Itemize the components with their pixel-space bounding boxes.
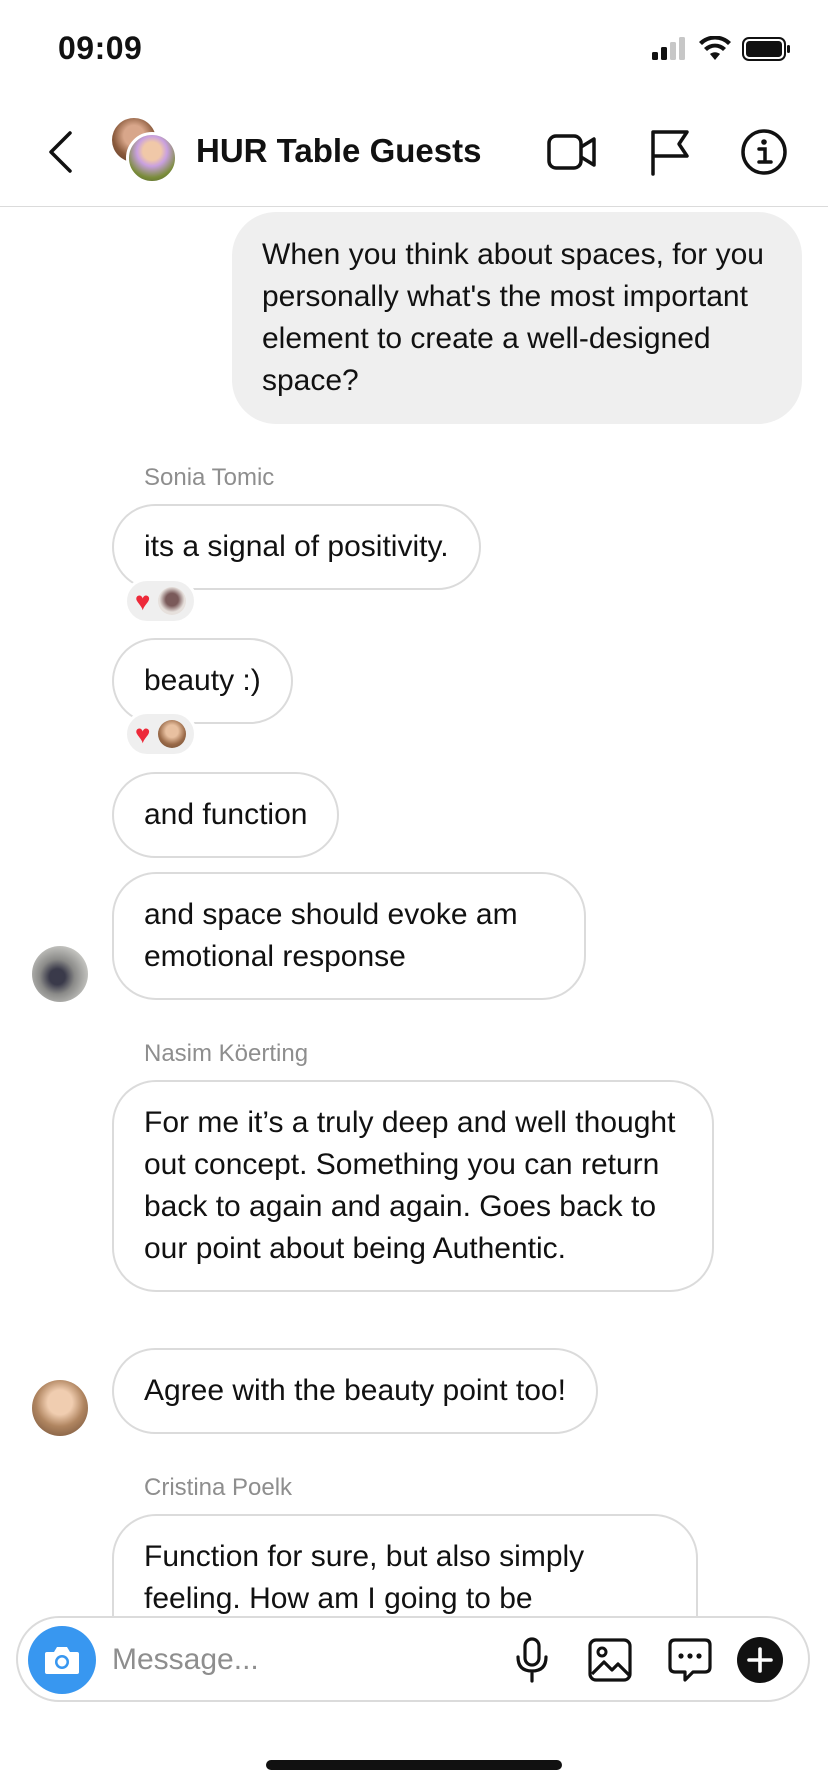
member-avatar xyxy=(126,132,178,184)
sender-name: Nasim Köerting xyxy=(144,1040,309,1067)
plus-icon xyxy=(737,1637,783,1683)
sender-avatar[interactable] xyxy=(32,1380,88,1436)
cellular-signal-icon xyxy=(652,37,685,60)
status-icons xyxy=(652,36,792,62)
gallery-button[interactable] xyxy=(582,1632,638,1688)
incoming-message[interactable]: and space should evoke am emotional resp… xyxy=(112,872,586,1000)
voice-message-button[interactable] xyxy=(504,1632,560,1688)
reactor-avatar xyxy=(158,587,187,615)
incoming-message[interactable]: and function xyxy=(112,772,340,858)
conversation-header: HUR Table Guests xyxy=(0,100,828,207)
reactor-avatar xyxy=(158,720,187,748)
sender-avatar[interactable] xyxy=(32,946,88,1002)
heart-reaction-icon: ♥ xyxy=(135,586,151,616)
message-reaction[interactable]: ♥ xyxy=(124,578,198,624)
status-time: 09:09 xyxy=(58,30,143,66)
sticker-button[interactable] xyxy=(662,1632,718,1688)
flag-icon xyxy=(651,130,689,176)
message-composer xyxy=(16,1616,810,1702)
back-button[interactable] xyxy=(36,124,84,180)
incoming-message[interactable]: Agree with the beauty point too! xyxy=(112,1348,598,1434)
battery-icon xyxy=(742,37,790,61)
outgoing-message[interactable]: When you think about spaces, for you per… xyxy=(232,212,802,424)
heart-reaction-icon: ♥ xyxy=(135,719,151,749)
status-bar: 09:09 xyxy=(0,0,828,100)
home-indicator[interactable] xyxy=(266,1760,562,1770)
video-call-button[interactable] xyxy=(544,124,600,180)
gallery-icon xyxy=(588,1638,632,1682)
camera-icon xyxy=(45,1647,79,1674)
sender-name: Cristina Poelk xyxy=(144,1474,293,1501)
report-button[interactable] xyxy=(642,124,698,180)
more-actions-button[interactable] xyxy=(732,1632,788,1688)
conversation-title[interactable]: HUR Table Guests xyxy=(196,132,481,170)
message-reaction[interactable]: ♥ xyxy=(124,711,198,757)
sticker-chat-icon xyxy=(668,1638,712,1682)
info-icon xyxy=(741,129,787,175)
sender-name: Sonia Tomic xyxy=(144,464,275,491)
incoming-message[interactable]: Function for sure, but also simply feeli… xyxy=(112,1514,698,1616)
group-avatar[interactable] xyxy=(112,118,178,184)
incoming-message[interactable]: For me it’s a truly deep and well though… xyxy=(112,1080,714,1292)
back-arrow-icon xyxy=(49,131,72,173)
camera-button[interactable] xyxy=(28,1626,96,1694)
microphone-icon xyxy=(516,1637,548,1683)
message-input[interactable] xyxy=(112,1630,492,1690)
message-thread[interactable]: When you think about spaces, for you per… xyxy=(0,208,828,1616)
video-call-icon xyxy=(547,134,596,170)
wifi-icon xyxy=(699,36,731,60)
info-button[interactable] xyxy=(736,124,792,180)
